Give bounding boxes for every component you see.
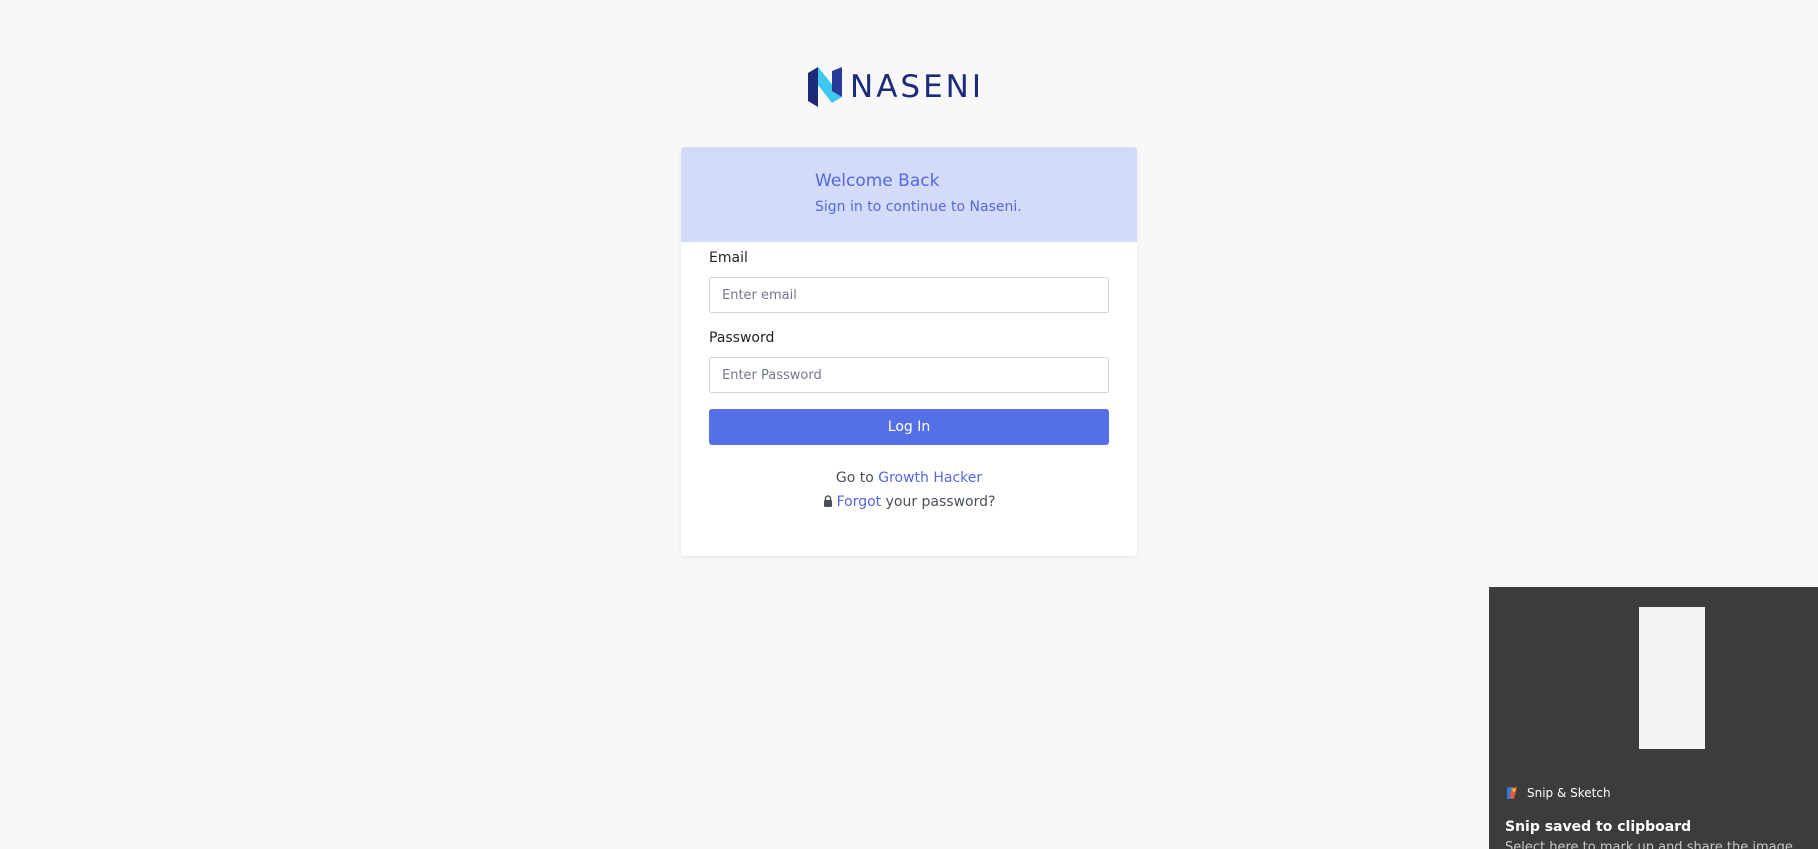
goto-prefix: Go to — [835, 470, 874, 486]
card-header: Welcome Back Sign in to continue to Nase… — [681, 147, 1137, 242]
login-card: Welcome Back Sign in to continue to Nase… — [681, 147, 1137, 556]
forgot-password-link[interactable]: Forgot — [837, 494, 882, 510]
welcome-subtitle: Sign in to continue to Naseni. — [815, 199, 1022, 215]
toast-title: Snip saved to clipboard — [1505, 819, 1692, 835]
snip-sketch-icon — [1505, 786, 1519, 800]
password-label: Password — [709, 330, 775, 346]
goto-line: Go to Growth Hacker — [681, 470, 1137, 486]
snip-notification[interactable]: Snip & Sketch Snip saved to clipboard Se… — [1489, 587, 1818, 849]
naseni-logo-icon — [808, 67, 842, 107]
email-label: Email — [709, 250, 748, 266]
password-field[interactable] — [709, 357, 1109, 393]
growth-hacker-link[interactable]: Growth Hacker — [878, 470, 982, 486]
forgot-suffix: your password? — [885, 494, 996, 510]
toast-app-header: Snip & Sketch — [1505, 786, 1611, 800]
naseni-logo: NASENI — [808, 67, 984, 107]
toast-body: Select here to mark up and share the ima… — [1505, 840, 1797, 849]
lock-icon — [823, 495, 833, 511]
forgot-line: Forgot your password? — [681, 494, 1137, 511]
brand-name: NASENI — [850, 69, 984, 105]
snip-preview-image[interactable] — [1639, 607, 1705, 749]
welcome-title: Welcome Back — [815, 171, 940, 191]
toast-app-name: Snip & Sketch — [1527, 786, 1611, 800]
email-field[interactable] — [709, 277, 1109, 313]
login-button[interactable]: Log In — [709, 409, 1109, 445]
